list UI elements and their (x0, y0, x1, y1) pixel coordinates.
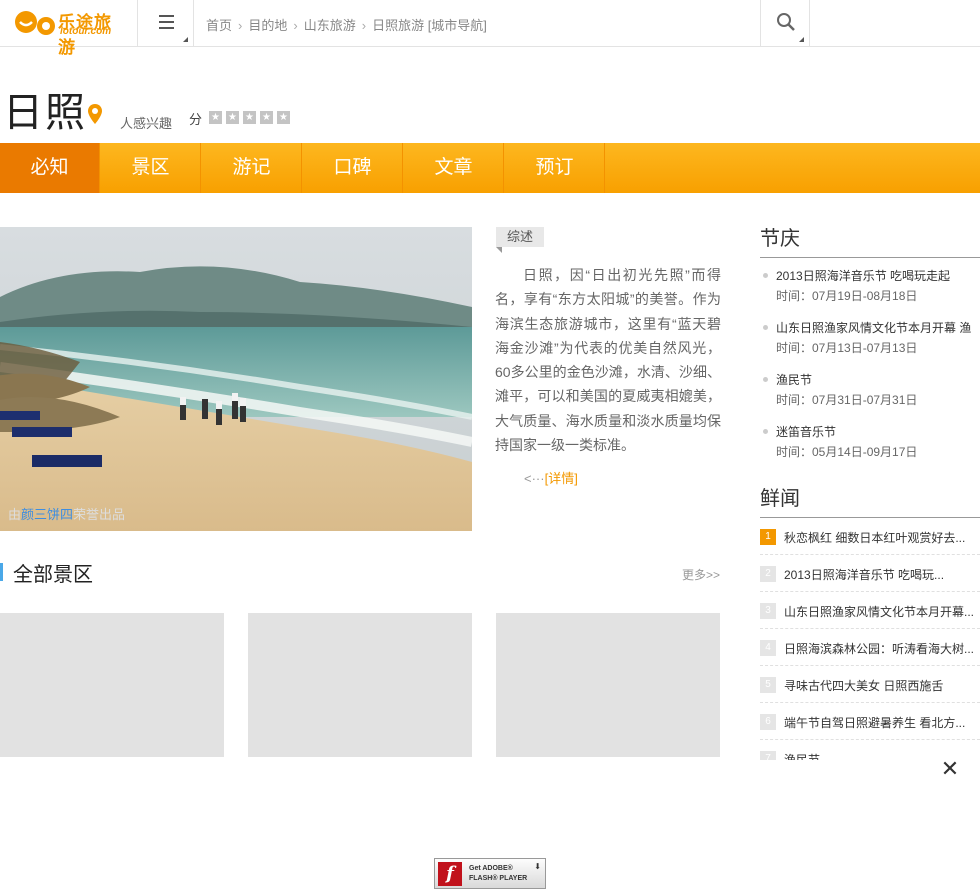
flash-line1: Get ADOBE® (469, 865, 513, 872)
news-link[interactable]: 2013日照海洋音乐节 吃喝玩... (784, 566, 980, 583)
news-link[interactable]: 日照海滨森林公园：听涛看海大树... (784, 640, 980, 657)
summary-tag: 综述 (496, 227, 544, 253)
breadcrumb-destination[interactable]: 目的地 (248, 15, 287, 34)
top-bar: 乐途旅游 lotour.com 首页 › 目的地 › 山东旅游 › 日照旅游 [城市导航] (0, 0, 980, 57)
flash-line2: FLASH® PLAYER (469, 875, 528, 882)
chevron-right-icon: › (293, 18, 298, 33)
search-icon (777, 13, 795, 31)
city-nav: 必知 景区 游记 口碑 文章 预订 (0, 143, 980, 193)
tab-yuding[interactable]: 预订 (505, 143, 605, 193)
bullet-icon (763, 429, 768, 434)
news-rank: 2 (760, 566, 776, 582)
search-button[interactable] (760, 0, 810, 46)
news-item[interactable]: 4 日照海滨森林公园：听涛看海大树... (760, 629, 980, 666)
credit-prefix: 由 (8, 507, 22, 522)
news-title: 鲜闻 (760, 488, 800, 510)
news-item[interactable]: 2 2013日照海洋音乐节 吃喝玩... (760, 555, 980, 592)
star-icon: ★ (226, 111, 239, 124)
bullet-icon (763, 377, 768, 382)
section-title: 全部景区 (13, 564, 93, 586)
news-item[interactable]: 3 山东日照渔家风情文化节本月开幕... (760, 592, 980, 629)
close-icon[interactable]: ✕ (940, 758, 960, 780)
chevron-right-icon: › (361, 18, 367, 33)
all-spots-header: 全部景区 更多>> (0, 558, 720, 586)
festival-name[interactable]: 2013日照海洋音乐节 吃喝玩走起 (776, 267, 950, 284)
chevron-right-icon: › (238, 18, 243, 33)
spot-card[interactable] (0, 613, 224, 757)
divider (760, 257, 980, 258)
festival-name[interactable]: 山东日照渔家风情文化节本月开幕 渔 (776, 319, 971, 336)
tab-jingqu[interactable]: 景区 (101, 143, 201, 193)
tab-wenzhang[interactable]: 文章 (404, 143, 504, 193)
festival-name[interactable]: 渔民节 (776, 371, 812, 388)
photo-credit: 由颜三饼四荣誉出品 (8, 504, 125, 523)
breadcrumb: 首页 › 目的地 › 山东旅游 › 日照旅游 [城市导航] (206, 15, 487, 34)
news-link[interactable]: 寻味古代四大美女 日照西施舌 (784, 677, 980, 694)
news-rank: 3 (760, 603, 776, 619)
tab-bizhi[interactable]: 必知 (0, 143, 100, 193)
detail-link[interactable]: <···[详情] (524, 468, 578, 487)
logo-domain: lotour.com (60, 26, 112, 37)
location-pin-icon (88, 104, 102, 124)
news-rank: 4 (760, 640, 776, 656)
news-rank: 7 (760, 751, 776, 760)
festival-time: 时间：07月13日-07月13日 (776, 341, 918, 355)
news-rank: 6 (760, 714, 776, 730)
get-flash-player-button[interactable]: f Get ADOBE® FLASH® PLAYER ⬇ (434, 858, 546, 889)
festival-time: 时间：07月31日-07月31日 (776, 393, 918, 407)
hamburger-icon-bar (159, 27, 174, 29)
hamburger-icon (159, 15, 174, 17)
hamburger-icon-bar (159, 21, 174, 23)
festival-time: 时间：07月19日-08月18日 (776, 289, 918, 303)
city-photo[interactable]: 由颜三饼四荣誉出品 (0, 227, 472, 531)
summary-text: 日照，因“日出初光先照”而得名，享有“东方太阳城”的美誉。作为海滨生态旅游城市，… (495, 267, 721, 454)
beach-image (0, 227, 472, 531)
tab-youji[interactable]: 游记 (202, 143, 302, 193)
credit-author-link[interactable]: 颜三饼四 (21, 507, 73, 522)
menu-button[interactable] (137, 0, 194, 46)
detail-prefix: <··· (524, 471, 545, 486)
interest-count: 人感兴趣 (120, 116, 173, 131)
star-icon: ★ (209, 111, 222, 124)
news-rank: 5 (760, 677, 776, 693)
bullet-icon (763, 273, 768, 278)
logo[interactable]: 乐途旅游 lotour.com (14, 6, 124, 57)
tab-koubei[interactable]: 口碑 (303, 143, 403, 193)
news-link[interactable]: 端午节自驾日照避暑养生 看北方... (784, 714, 980, 731)
corner-triangle-icon (183, 37, 188, 42)
news-item[interactable]: 6 端午节自驾日照避暑养生 看北方... (760, 703, 980, 740)
detail-label[interactable]: [详情] (545, 471, 578, 486)
festival-time: 时间：05月14日-09月17日 (776, 445, 918, 459)
news-rank: 1 (760, 529, 776, 545)
flash-icon: f (438, 862, 462, 886)
city-name: 日照 (3, 91, 87, 135)
spot-card[interactable] (248, 613, 472, 757)
festivals-title: 节庆 (760, 228, 800, 250)
score-label: 分 (189, 112, 203, 127)
news-link[interactable]: 秋恋枫红 细数日本红叶观赏好去... (784, 529, 980, 546)
corner-triangle-icon (799, 37, 804, 42)
news-item[interactable]: 5 寻味古代四大美女 日照西施舌 (760, 666, 980, 703)
breadcrumb-shandong[interactable]: 山东旅游 (304, 15, 356, 34)
star-rating: ★ ★ ★ ★ ★ (209, 111, 294, 129)
breadcrumb-rizhao[interactable]: 日照旅游 [城市导航] (372, 15, 487, 34)
news-link[interactable]: 山东日照渔家风情文化节本月开幕... (784, 603, 980, 620)
star-icon: ★ (260, 111, 273, 124)
spot-card[interactable] (496, 613, 720, 757)
download-icon: ⬇ (534, 862, 541, 871)
festival-name[interactable]: 迷笛音乐节 (776, 423, 836, 440)
more-link[interactable]: 更多>> (682, 566, 720, 583)
breadcrumb-home[interactable]: 首页 (206, 15, 232, 34)
news-item[interactable]: 1 秋恋枫红 细数日本红叶观赏好去... (760, 518, 980, 555)
star-icon: ★ (277, 111, 290, 124)
bullet-icon (763, 325, 768, 330)
credit-suffix: 荣誉出品 (73, 507, 126, 522)
section-marker (0, 563, 3, 581)
star-icon: ★ (243, 111, 256, 124)
logo-icon (15, 11, 55, 35)
